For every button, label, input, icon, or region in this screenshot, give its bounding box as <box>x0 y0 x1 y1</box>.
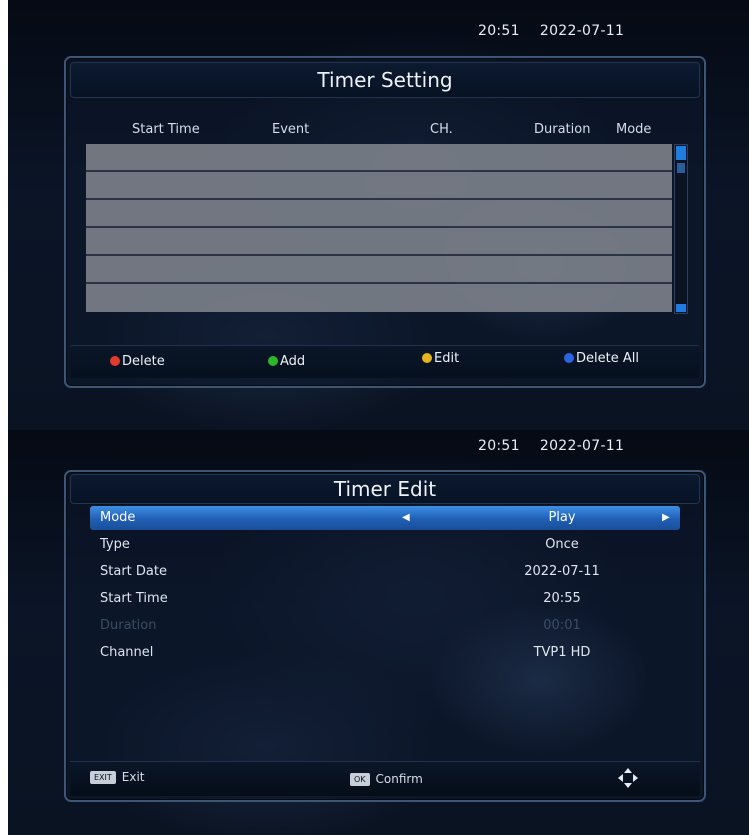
status-clock: 20:51 2022-07-11 <box>478 23 624 39</box>
clock-date: 2022-07-11 <box>539 438 625 454</box>
column-header-mode: Mode <box>616 122 652 137</box>
navigation-arrows-icon <box>618 768 638 788</box>
start-time-field[interactable]: Start Time 20:55 <box>90 587 680 611</box>
type-field[interactable]: Type Once <box>90 533 680 557</box>
blue-key-icon <box>564 353 574 363</box>
exit-key-icon: EXIT <box>90 771 116 784</box>
delete-button[interactable]: Delete <box>110 354 165 369</box>
scroll-up-indicator <box>676 146 686 160</box>
clock-date: 2022-07-11 <box>539 23 625 39</box>
delete-all-button[interactable]: Delete All <box>564 351 639 366</box>
timer-list <box>86 144 672 312</box>
edit-button[interactable]: Edit <box>422 351 459 366</box>
scroll-down-indicator <box>676 304 686 312</box>
column-header-start-time: Start Time <box>132 122 200 137</box>
clock-time: 20:51 <box>478 438 520 454</box>
type-value: Once <box>545 537 579 552</box>
duration-field: Duration 00:01 <box>90 614 680 638</box>
yellow-key-icon <box>422 353 432 363</box>
ok-key-icon: OK <box>350 773 370 786</box>
table-row[interactable] <box>86 144 672 172</box>
list-scrollbar[interactable] <box>674 144 688 314</box>
confirm-label: Confirm <box>375 772 423 786</box>
red-key-icon <box>110 356 120 366</box>
delete-all-label: Delete All <box>576 351 639 366</box>
arrow-right-icon[interactable]: ▶ <box>662 506 670 530</box>
color-key-bar: Delete Add Edit Delete All <box>70 345 700 378</box>
channel-value: TVP1 HD <box>533 645 591 660</box>
edit-label: Edit <box>434 351 460 366</box>
start-date-value: 2022-07-11 <box>524 564 600 579</box>
hint-bar: EXIT Exit OK Confirm <box>70 761 700 796</box>
timer-edit-panel: Timer Edit Mode ◀ Play ▶ Type Once Start… <box>64 470 706 802</box>
delete-label: Delete <box>122 354 165 369</box>
confirm-button[interactable]: OK Confirm <box>350 772 423 786</box>
mode-label: Mode <box>100 510 136 525</box>
green-key-icon <box>268 356 278 366</box>
exit-label: Exit <box>121 770 145 784</box>
column-header-event: Event <box>272 122 310 137</box>
timer-edit-screen: 20:51 2022-07-11 Timer Edit Mode ◀ Play ▶… <box>8 430 749 835</box>
type-label: Type <box>100 537 130 552</box>
clock-time: 20:51 <box>478 23 520 39</box>
exit-button[interactable]: EXIT Exit <box>90 770 145 784</box>
timer-setting-panel: Timer Setting Start Time Event CH. Durat… <box>64 56 706 388</box>
start-date-label: Start Date <box>100 564 167 579</box>
channel-field[interactable]: Channel TVP1 HD <box>90 641 680 665</box>
page-title: Timer Edit <box>70 474 700 504</box>
add-button[interactable]: Add <box>268 354 305 369</box>
start-time-value: 20:55 <box>543 591 581 606</box>
scroll-thumb[interactable] <box>677 163 685 173</box>
start-time-label: Start Time <box>100 591 168 606</box>
table-row[interactable] <box>86 284 672 312</box>
timer-setting-screen: 20:51 2022-07-11 Timer Setting Start Time… <box>8 0 749 430</box>
column-header-duration: Duration <box>534 122 591 137</box>
mode-field[interactable]: Mode ◀ Play ▶ <box>90 506 680 530</box>
status-clock: 20:51 2022-07-11 <box>478 438 624 454</box>
duration-label: Duration <box>100 618 157 633</box>
mode-value: Play <box>548 510 576 525</box>
table-row[interactable] <box>86 200 672 228</box>
table-row[interactable] <box>86 172 672 200</box>
add-label: Add <box>280 354 306 369</box>
table-row[interactable] <box>86 256 672 284</box>
start-date-field[interactable]: Start Date 2022-07-11 <box>90 560 680 584</box>
duration-value: 00:01 <box>543 618 581 633</box>
column-header-channel: CH. <box>430 122 453 137</box>
channel-label: Channel <box>100 645 154 660</box>
page-title: Timer Setting <box>70 62 700 98</box>
arrow-left-icon[interactable]: ◀ <box>402 506 410 530</box>
table-row[interactable] <box>86 228 672 256</box>
